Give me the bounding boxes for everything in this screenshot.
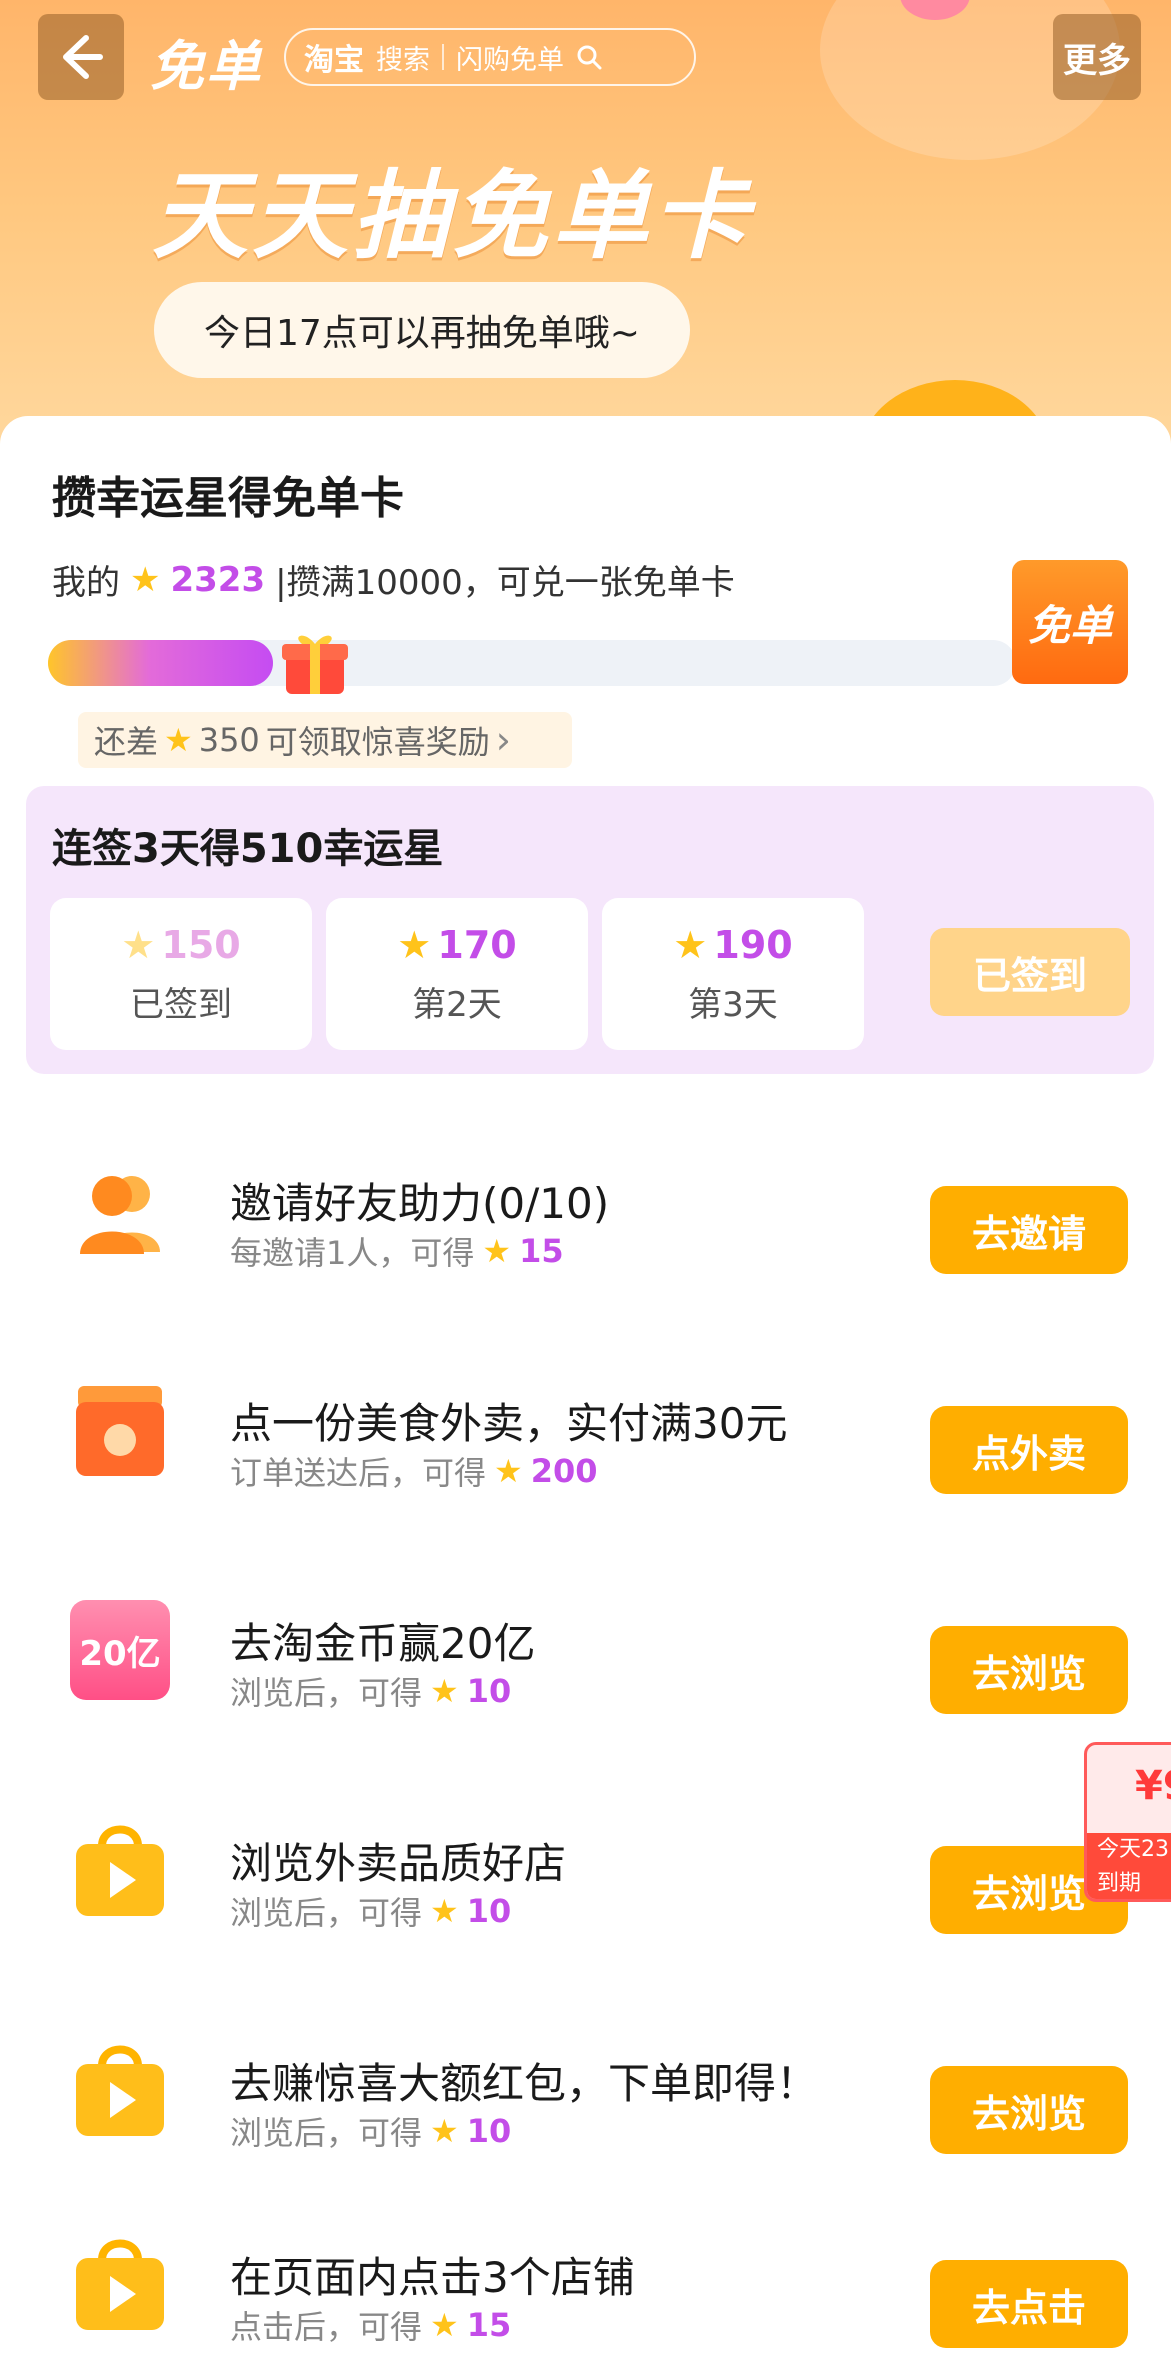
search-label: 搜索 bbox=[376, 44, 430, 76]
task-action-button[interactable]: 去浏览 bbox=[930, 1626, 1128, 1714]
day-label: 第2天 bbox=[412, 984, 502, 1025]
task-reward-text: 浏览后，可得 bbox=[230, 1894, 423, 1932]
coupon-price: ¥9 bbox=[1135, 1763, 1171, 1809]
task-title: 邀请好友助力(0/10) bbox=[230, 1179, 610, 1228]
coupon-expiry: 今天23 到期 bbox=[1087, 1833, 1171, 1899]
star-icon: ★ bbox=[430, 1672, 459, 1710]
task-reward-points: 15 bbox=[466, 2306, 512, 2344]
day-points: ★ 150 bbox=[121, 923, 240, 967]
search-keyword: 闪购免单 bbox=[456, 44, 564, 76]
task-action-button[interactable]: 去点击 bbox=[930, 2260, 1128, 2348]
star-icon: ★ bbox=[494, 1452, 523, 1490]
task-reward: 每邀请1人，可得 ★ 15 bbox=[230, 1228, 564, 1274]
progress-bar bbox=[48, 640, 1016, 686]
more-button[interactable]: 更多 bbox=[1053, 14, 1141, 100]
free-card-badge: 免单 bbox=[1012, 560, 1128, 684]
star-icon: ★ bbox=[130, 559, 161, 600]
food-box-icon bbox=[76, 1386, 164, 1476]
task-reward-text: 订单送达后，可得 bbox=[230, 1454, 487, 1492]
day-points-value: 190 bbox=[713, 922, 793, 967]
task-reward: 浏览后，可得 ★ 10 bbox=[230, 2108, 511, 2154]
task-row: 点一份美食外卖，实付满30元 订单送达后，可得 ★ 200 点外卖 bbox=[0, 1340, 1171, 1520]
day-label: 第3天 bbox=[688, 984, 778, 1025]
bonus-prefix: 还差 bbox=[94, 723, 159, 761]
task-row: 浏览外卖品质好店 浏览后，可得 ★ 10 去浏览 bbox=[0, 1780, 1171, 1960]
coin-20yi-text: 20亿 bbox=[79, 1633, 161, 1674]
task-reward-text: 浏览后，可得 bbox=[230, 1674, 423, 1712]
gift-icon bbox=[282, 635, 348, 694]
coupon-expiry-line1: 今天23 bbox=[1097, 1837, 1169, 1862]
search-icon bbox=[577, 45, 602, 70]
task-title: 去淘金币赢20亿 bbox=[230, 1619, 536, 1668]
my-stars-count: 2323 bbox=[170, 559, 266, 600]
task-reward: 浏览后，可得 ★ 10 bbox=[230, 1668, 511, 1714]
collect-target: |攒满10000，可兑一张免单卡 bbox=[275, 563, 735, 603]
play-bag-icon bbox=[76, 1825, 164, 1916]
back-button[interactable] bbox=[38, 14, 124, 100]
progress-fill bbox=[48, 640, 273, 686]
star-icon: ★ bbox=[673, 922, 708, 967]
task-action-button[interactable]: 点外卖 bbox=[930, 1406, 1128, 1494]
task-row: 20亿 去淘金币赢20亿 浏览后，可得 ★ 10 去浏览 bbox=[0, 1560, 1171, 1740]
day-points-value: 150 bbox=[161, 922, 241, 967]
signin-day-2: ★ 170 第2天 bbox=[326, 898, 588, 1050]
signin-title: 连签3天得510幸运星 bbox=[52, 826, 444, 872]
coupon-expiry-line2: 到期 bbox=[1097, 1871, 1142, 1896]
task-action-button[interactable]: 去邀请 bbox=[930, 1186, 1128, 1274]
coin-20yi-icon: 20亿 bbox=[70, 1600, 170, 1700]
day-label: 已签到 bbox=[130, 984, 232, 1025]
star-icon: ★ bbox=[397, 922, 432, 967]
task-title: 浏览外卖品质好店 bbox=[230, 1839, 567, 1888]
star-icon: ★ bbox=[164, 721, 193, 759]
star-icon: ★ bbox=[121, 922, 156, 967]
search-divider bbox=[442, 44, 444, 70]
task-row: 在页面内点击3个店铺 点击后，可得 ★ 15 去点击 bbox=[0, 2194, 1171, 2374]
taobao-logo-text: 淘宝 bbox=[304, 43, 364, 78]
task-reward-points: 10 bbox=[466, 2112, 512, 2150]
floating-coupon-tag[interactable]: ¥9 今天23 到期 bbox=[1084, 1742, 1171, 1902]
task-row: 去赚惊喜大额红包，下单即得！ 浏览后，可得 ★ 10 去浏览 bbox=[0, 2000, 1171, 2180]
chevron-right-icon: › bbox=[495, 718, 511, 762]
task-reward-text: 每邀请1人，可得 bbox=[230, 1234, 475, 1272]
task-reward-points: 15 bbox=[519, 1232, 564, 1270]
collect-summary: 我的 ★ 2323 |攒满10000，可兑一张免单卡 bbox=[52, 555, 735, 604]
task-title: 在页面内点击3个店铺 bbox=[230, 2253, 635, 2302]
search-bar[interactable]: 淘宝 搜索 闪购免单 bbox=[284, 28, 696, 86]
task-action-button[interactable]: 去浏览 bbox=[930, 2066, 1128, 2154]
brand-title: 免单 bbox=[150, 35, 262, 98]
day-points: ★ 170 bbox=[397, 923, 516, 967]
collect-title: 攒幸运星得免单卡 bbox=[52, 473, 404, 524]
day-points: ★ 190 bbox=[673, 923, 792, 967]
back-arrow-icon bbox=[63, 35, 103, 79]
task-reward-text: 点击后，可得 bbox=[230, 2308, 423, 2346]
play-bag-icon bbox=[76, 2239, 164, 2330]
task-reward: 浏览后，可得 ★ 10 bbox=[230, 1888, 511, 1934]
bonus-tip[interactable]: 还差 ★ 350 可领取惊喜奖励 › bbox=[78, 712, 572, 768]
task-row: 邀请好友助力(0/10) 每邀请1人，可得 ★ 15 去邀请 bbox=[0, 1120, 1171, 1300]
task-reward-points: 200 bbox=[530, 1452, 598, 1490]
task-reward-points: 10 bbox=[466, 1672, 512, 1710]
hero-title: 天天抽免单卡 bbox=[152, 160, 752, 272]
signed-in-button[interactable]: 已签到 bbox=[930, 928, 1130, 1016]
play-bag-icon bbox=[76, 2045, 164, 2136]
task-reward-text: 浏览后，可得 bbox=[230, 2114, 423, 2152]
task-title: 点一份美食外卖，实付满30元 bbox=[230, 1399, 788, 1448]
task-reward-points: 10 bbox=[466, 1892, 512, 1930]
day-points-value: 170 bbox=[437, 922, 517, 967]
bonus-amount: 350 bbox=[198, 721, 260, 759]
star-icon: ★ bbox=[482, 1232, 512, 1270]
task-title: 去赚惊喜大额红包，下单即得！ bbox=[230, 2059, 819, 2108]
signin-day-1: ★ 150 已签到 bbox=[50, 898, 312, 1050]
person-icon bbox=[80, 1176, 160, 1254]
signin-day-3: ★ 190 第3天 bbox=[602, 898, 864, 1050]
star-icon: ★ bbox=[430, 1892, 459, 1930]
task-reward: 点击后，可得 ★ 15 bbox=[230, 2302, 511, 2348]
my-label: 我的 bbox=[52, 563, 120, 603]
star-icon: ★ bbox=[430, 2112, 459, 2150]
star-icon: ★ bbox=[430, 2306, 459, 2344]
bonus-suffix: 可领取惊喜奖励 bbox=[265, 723, 490, 761]
hero-notice: 今日17点可以再抽免单哦~ bbox=[154, 282, 690, 378]
task-reward: 订单送达后，可得 ★ 200 bbox=[230, 1448, 598, 1494]
